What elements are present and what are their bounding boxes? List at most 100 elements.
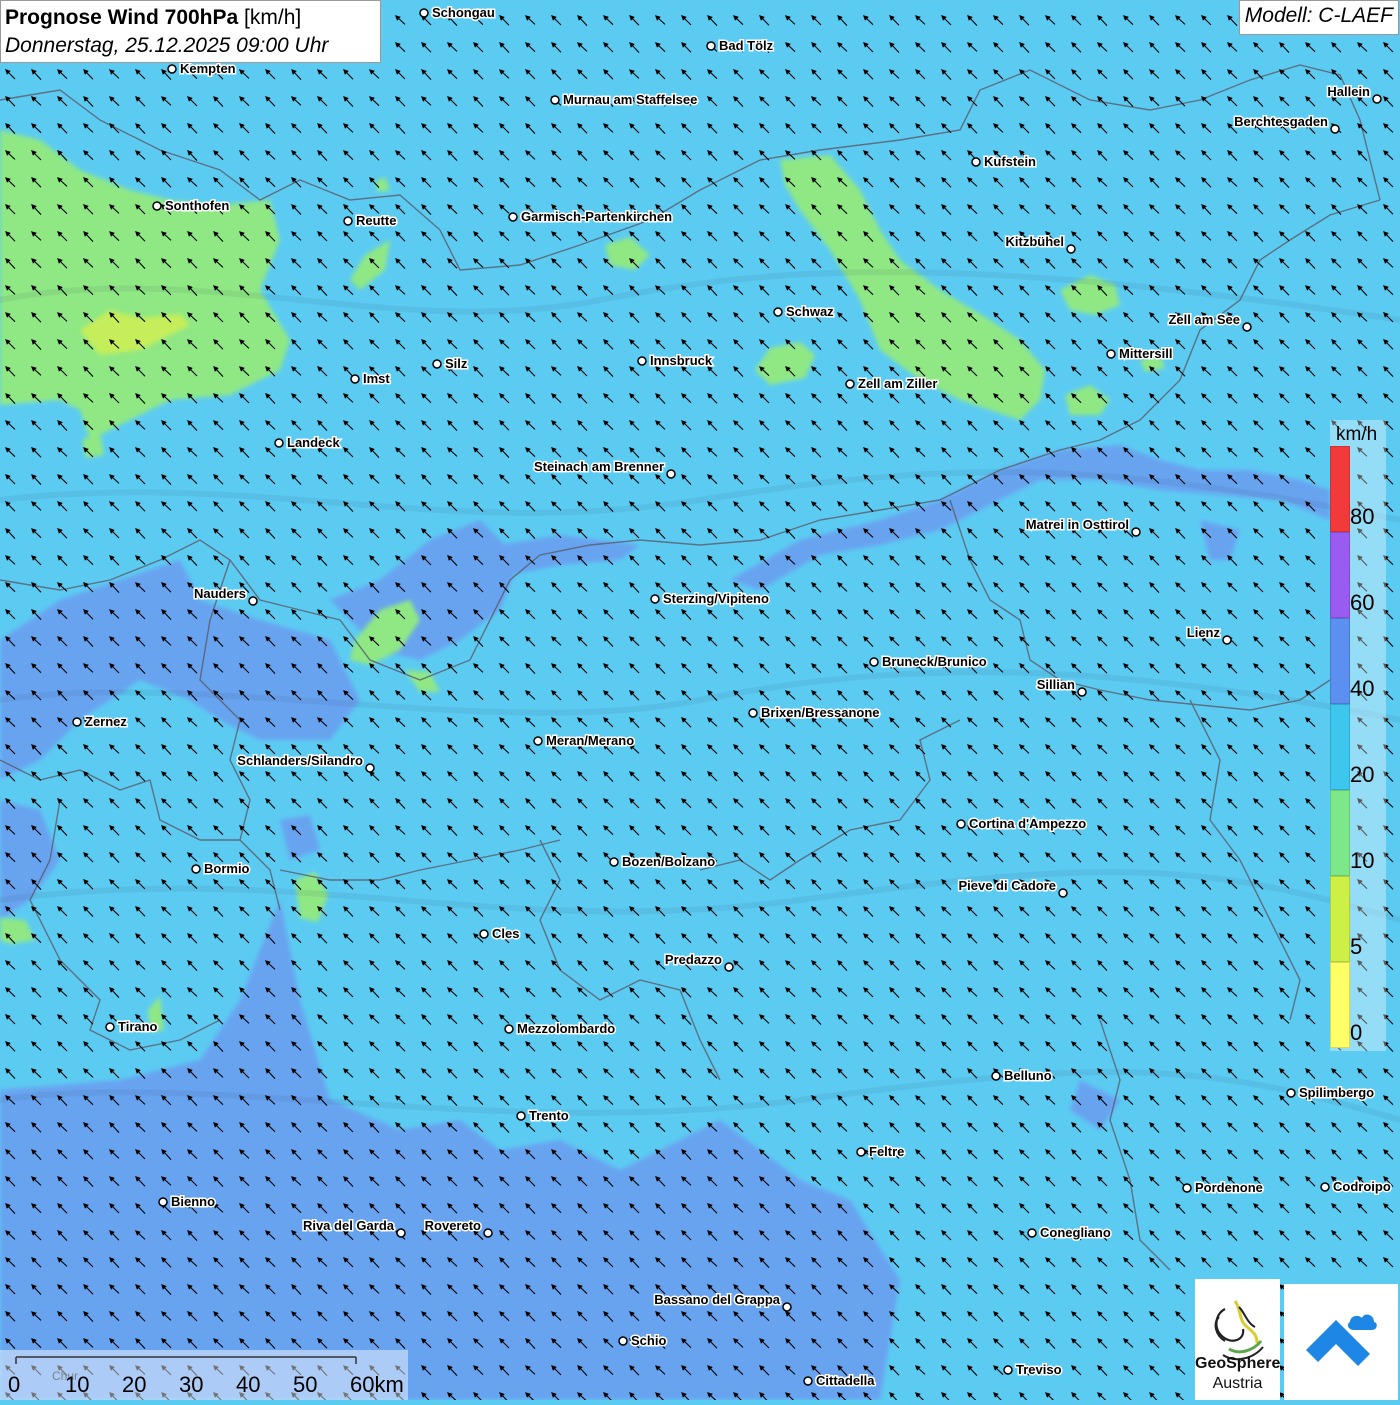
legend-swatch xyxy=(1330,532,1350,618)
city-dot xyxy=(158,1197,168,1207)
city-dot xyxy=(483,1228,493,1238)
city-marker[interactable]: Innsbruck xyxy=(637,352,714,370)
city-dot xyxy=(1058,888,1068,898)
city-dot xyxy=(191,864,201,874)
map-title: Prognose Wind 700hPa [km/h] xyxy=(5,3,376,32)
city-dot xyxy=(419,8,429,18)
city-marker[interactable]: Zell am Ziller xyxy=(845,375,939,393)
city-label: Belluno xyxy=(1004,1068,1052,1083)
legend-swatch xyxy=(1330,876,1350,962)
city-marker[interactable]: Bruneck/Brunico xyxy=(869,653,988,671)
geosphere-logo[interactable]: GeoSphere Austria xyxy=(1195,1279,1280,1400)
city-marker[interactable]: Brixen/Bressanone xyxy=(748,704,881,722)
city-label: Meran/Merano xyxy=(546,733,634,748)
scale-bar-label: 60km xyxy=(350,1372,404,1397)
city-label: Codroipo xyxy=(1333,1179,1391,1194)
legend-swatch xyxy=(1330,704,1350,790)
city-label: Mezzolombardo xyxy=(517,1021,615,1036)
city-label: Bormio xyxy=(204,861,250,876)
map-title-unit: [km/h] xyxy=(244,6,302,29)
city-dot xyxy=(1320,1182,1330,1192)
city-label: Schongau xyxy=(432,5,495,20)
city-label: Schwaz xyxy=(786,304,834,319)
city-label: Schio xyxy=(631,1333,666,1348)
scale-bar-label: 0 xyxy=(8,1372,20,1397)
geosphere-name: GeoSphere xyxy=(1195,1355,1281,1372)
city-dot xyxy=(609,857,619,867)
legend-label: 0 xyxy=(1350,1020,1363,1045)
city-dot xyxy=(1372,94,1382,104)
city-marker[interactable]: Sterzing/Vipiteno xyxy=(650,590,770,608)
city-label: Bozen/Bolzano xyxy=(622,854,715,869)
legend-swatch xyxy=(1330,962,1350,1048)
city-label: Kufstein xyxy=(984,154,1036,169)
city-dot xyxy=(748,708,758,718)
city-label: Steinach am Brenner xyxy=(534,459,664,474)
city-label: Mittersill xyxy=(1119,346,1172,361)
legend-unit: km/h xyxy=(1336,424,1378,445)
city-dot xyxy=(1106,349,1116,359)
city-dot xyxy=(350,374,360,384)
city-marker[interactable]: Pordenone xyxy=(1182,1179,1264,1197)
scale-bar: Chur 0 10 20 30 40 50 60km xyxy=(0,1350,408,1400)
city-label: Tirano xyxy=(118,1019,158,1034)
city-dot xyxy=(1066,244,1076,254)
app-logo[interactable] xyxy=(1284,1284,1398,1400)
city-dot xyxy=(1222,635,1232,645)
city-dot xyxy=(1242,322,1252,332)
city-marker[interactable]: Spilimbergo xyxy=(1286,1084,1376,1102)
city-marker[interactable]: Murnau am Staffelsee xyxy=(550,91,699,109)
city-dot xyxy=(782,1302,792,1312)
legend-label: 10 xyxy=(1350,848,1375,873)
city-label: Cortina d'Ampezzo xyxy=(969,816,1086,831)
city-label: Trento xyxy=(529,1108,569,1123)
city-dot xyxy=(343,216,353,226)
city-marker[interactable]: Bozen/Bolzano xyxy=(609,853,717,871)
city-marker[interactable]: Sonthofen xyxy=(152,197,231,215)
city-dot xyxy=(803,1376,813,1386)
scale-bar-label: 40 xyxy=(236,1372,260,1397)
city-dot xyxy=(869,657,879,667)
city-dot xyxy=(167,64,177,74)
city-label: Sterzing/Vipiteno xyxy=(663,591,769,606)
city-dot xyxy=(72,717,82,727)
city-label: Sillian xyxy=(1037,677,1075,692)
legend-swatch xyxy=(1330,618,1350,704)
city-label: Zernez xyxy=(85,714,127,729)
city-marker[interactable]: Conegliano xyxy=(1027,1224,1112,1242)
city-dot xyxy=(152,201,162,211)
city-dot xyxy=(432,359,442,369)
city-label: Innsbruck xyxy=(650,353,713,368)
geosphere-country: Austria xyxy=(1212,1375,1263,1392)
city-label: Murnau am Staffelsee xyxy=(563,92,697,107)
city-label: Landeck xyxy=(287,435,341,450)
scale-bar-label: 50 xyxy=(293,1372,317,1397)
city-dot xyxy=(724,962,734,972)
city-dot xyxy=(105,1022,115,1032)
city-dot xyxy=(1131,527,1141,537)
city-label: Schlanders/Silandro xyxy=(237,753,363,768)
city-dot xyxy=(956,819,966,829)
city-marker[interactable]: Meran/Merano xyxy=(533,732,636,750)
city-dot xyxy=(1077,687,1087,697)
city-marker[interactable]: Schongau xyxy=(419,4,496,22)
city-label: Bassano del Grappa xyxy=(654,1292,780,1307)
city-label: Spilimbergo xyxy=(1299,1085,1374,1100)
city-label: Cles xyxy=(492,926,519,941)
city-dot xyxy=(773,307,783,317)
city-label: Hallein xyxy=(1327,84,1370,99)
city-label: Predazzo xyxy=(665,952,722,967)
city-marker[interactable]: Cortina d'Ampezzo xyxy=(956,815,1088,833)
city-marker[interactable]: Mezzolombardo xyxy=(504,1020,617,1038)
city-label: Bruneck/Brunico xyxy=(882,654,987,669)
title-box: Prognose Wind 700hPa [km/h] Donnerstag, … xyxy=(0,0,381,63)
city-label: Kitzbühel xyxy=(1006,234,1065,249)
city-dot xyxy=(991,1071,1001,1081)
city-label: Cittadella xyxy=(816,1373,875,1388)
city-marker[interactable]: Garmisch-Partenkirchen xyxy=(508,208,674,226)
forecast-datetime: Donnerstag, 25.12.2025 09:00 Uhr xyxy=(5,34,329,57)
wind-map[interactable]: Chur 0 10 20 30 40 50 60km SchongauBad TölzKem… xyxy=(0,0,1400,1400)
city-label: Reutte xyxy=(356,213,396,228)
legend-swatch xyxy=(1330,446,1350,532)
city-dot xyxy=(1286,1088,1296,1098)
